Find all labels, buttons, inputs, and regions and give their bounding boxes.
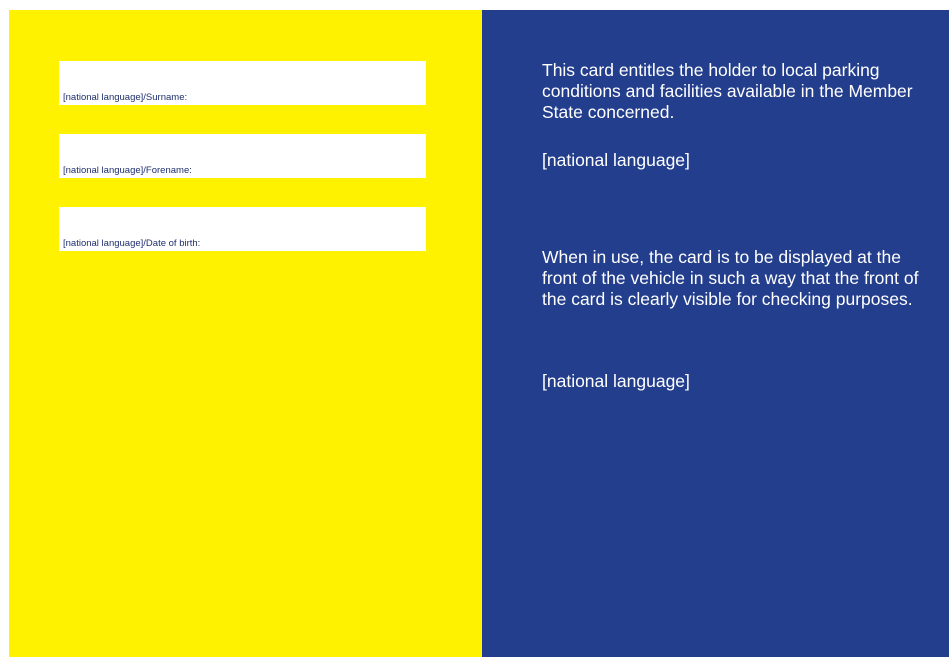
- date-of-birth-field: [national language]/Date of birth:: [59, 207, 426, 251]
- national-language-placeholder-1: [national language]: [542, 150, 690, 170]
- display-instructions-paragraph: When in use, the card is to be displayed…: [542, 247, 919, 309]
- date-of-birth-label: [national language]/Date of birth:: [63, 238, 201, 249]
- national-language-placeholder-2: [national language]: [542, 371, 690, 391]
- card-right-panel: This card entitles the holder to local p…: [482, 10, 949, 657]
- entitlement-paragraph: This card entitles the holder to local p…: [542, 60, 913, 122]
- forename-label: [national language]/Forename:: [63, 165, 192, 176]
- surname-field: [national language]/Surname:: [59, 61, 426, 105]
- forename-field: [national language]/Forename:: [59, 134, 426, 178]
- card-left-panel: [national language]/Surname: [national l…: [9, 10, 482, 657]
- surname-label: [national language]/Surname:: [63, 92, 188, 103]
- parking-card: [national language]/Surname: [national l…: [9, 10, 949, 657]
